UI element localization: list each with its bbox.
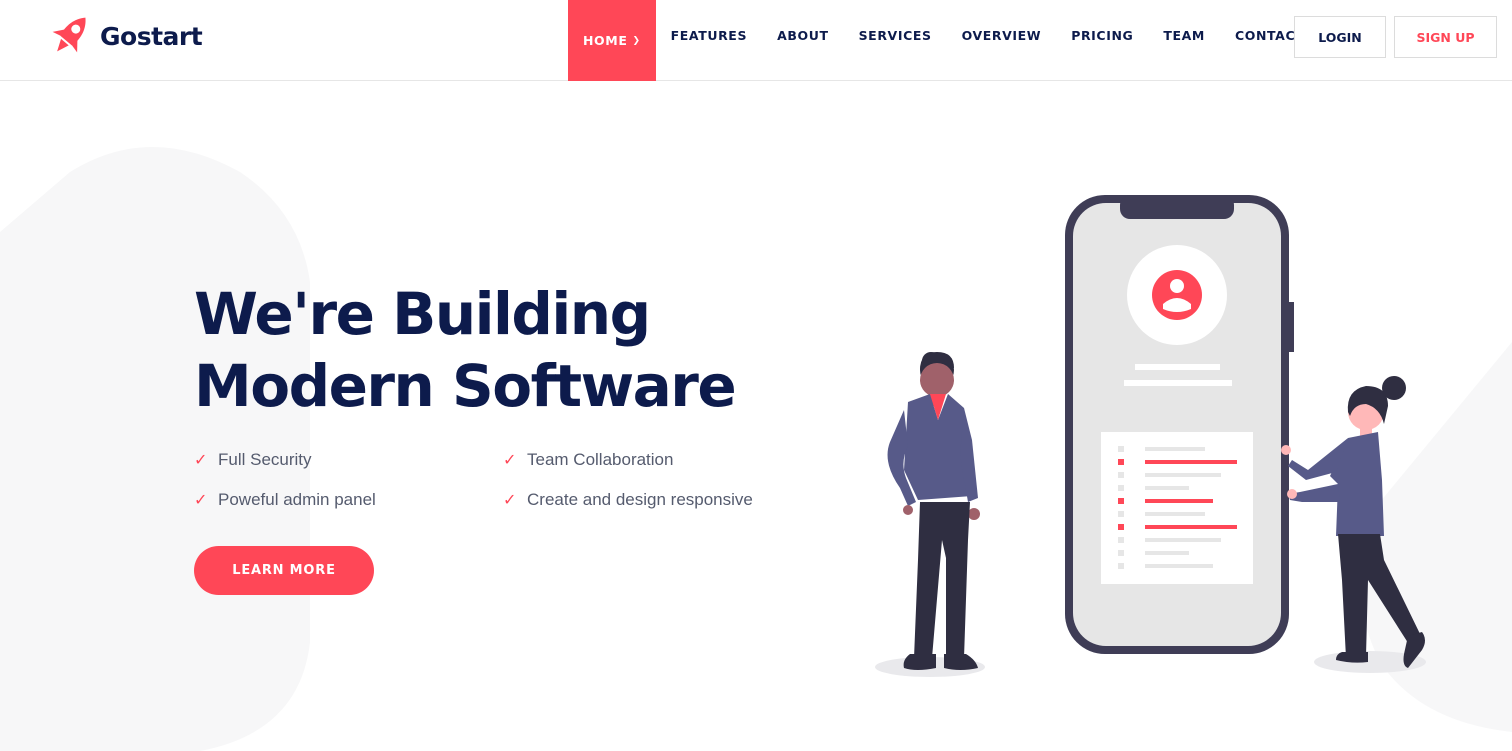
feature-item: ✓ Full Security [194, 450, 312, 470]
nav-item-pricing[interactable]: PRICING [1056, 0, 1148, 70]
nav-item-about[interactable]: ABOUT [762, 0, 844, 70]
woman-figure [1281, 376, 1425, 668]
feature-label: Team Collaboration [527, 450, 674, 469]
nav-item-services[interactable]: SERVICES [844, 0, 947, 70]
hero-illustration [875, 195, 1426, 677]
feature-label: Full Security [218, 450, 312, 469]
check-icon: ✓ [503, 492, 517, 509]
login-button[interactable]: LOGIN [1294, 16, 1386, 58]
rocket-icon [52, 17, 86, 53]
hero-title-line-2: Modern Software [194, 352, 737, 420]
nav-item-label: OVERVIEW [961, 27, 1042, 43]
phone-mockup [1065, 195, 1294, 654]
feature-label: Poweful admin panel [218, 490, 376, 509]
nav-item-label: SERVICES [858, 27, 932, 43]
feature-label: Create and design responsive [527, 490, 753, 509]
feature-item: ✓ Poweful admin panel [194, 490, 376, 510]
brand-name: Gostart [100, 21, 203, 51]
nav-item-features[interactable]: FEATURES [656, 0, 762, 70]
nav-item-label: HOME [583, 33, 628, 48]
hero-title-line-1: We're Building [194, 280, 651, 348]
check-icon: ✓ [194, 452, 208, 469]
chevron-down-icon: ❯ [632, 35, 641, 46]
logo[interactable]: Gostart [44, 10, 203, 62]
hero-title: We're Building Modern Software [194, 278, 794, 422]
check-icon: ✓ [503, 452, 517, 469]
feature-item: ✓ Team Collaboration [503, 450, 673, 470]
man-figure [887, 352, 980, 670]
site-header: Gostart HOME ❯ FEATURES ABOUT SERVICES O… [0, 0, 1512, 81]
nav-item-home[interactable]: HOME ❯ [568, 0, 656, 81]
nav-item-label: FEATURES [670, 27, 748, 43]
nav-item-label: PRICING [1071, 27, 1134, 43]
nav-item-label: ABOUT [777, 27, 829, 43]
nav-item-team[interactable]: TEAM [1148, 0, 1220, 70]
learn-more-button[interactable]: LEARN MORE [194, 546, 374, 595]
feature-item: ✓ Create and design responsive [503, 490, 753, 510]
main-nav: HOME ❯ FEATURES ABOUT SERVICES OVERVIEW … [568, 0, 1319, 81]
check-icon: ✓ [194, 492, 208, 509]
signup-button[interactable]: SIGN UP [1394, 16, 1497, 58]
nav-item-label: TEAM [1163, 27, 1205, 43]
nav-item-overview[interactable]: OVERVIEW [947, 0, 1057, 70]
